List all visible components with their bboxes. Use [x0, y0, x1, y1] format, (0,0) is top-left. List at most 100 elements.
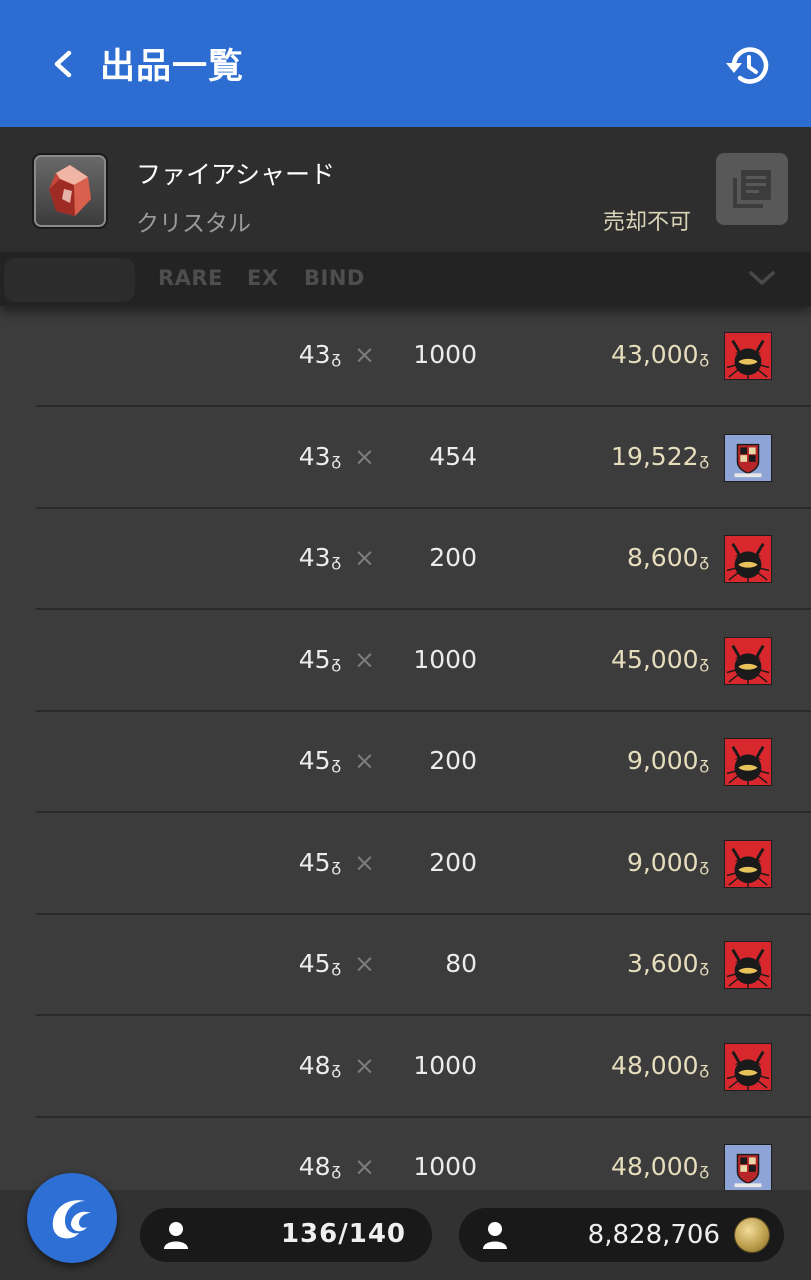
total-price: 3,600ᵹ	[626, 949, 709, 978]
unit-price: 48ᵹ	[298, 1152, 341, 1181]
times-icon: ×	[354, 441, 375, 471]
quantity: 1000	[413, 1050, 477, 1080]
listing-row[interactable]: 43ᵹ × 200 8,600ᵹ	[36, 509, 811, 610]
filter-tag-rare[interactable]: RARE	[158, 266, 223, 290]
listing-row[interactable]: 43ᵹ × 454 19,522ᵹ	[36, 408, 811, 509]
item-category: クリスタル	[136, 211, 251, 237]
gil-symbol: ᵹ	[699, 551, 709, 571]
total-price: 9,000ᵹ	[626, 847, 709, 877]
immortal-flames-flag-icon	[724, 1144, 772, 1190]
quantity: 454	[429, 441, 477, 471]
immortal-flames-flag-icon	[724, 433, 772, 482]
filter-tag-bind[interactable]: BIND	[304, 266, 365, 290]
history-icon	[726, 47, 769, 84]
gil-symbol: ᵹ	[331, 551, 341, 571]
total-price: 9,000ᵹ	[626, 746, 709, 775]
maelstrom-flag-icon	[724, 839, 772, 888]
times-icon: ×	[354, 543, 375, 572]
gil-symbol: ᵹ	[699, 652, 709, 673]
page-title: 出品一覧	[100, 47, 245, 87]
companion-app-button[interactable]	[27, 1173, 117, 1263]
times-icon: ×	[354, 644, 375, 674]
fire-shard-icon	[32, 153, 108, 229]
maelstrom-flag-icon	[724, 332, 772, 380]
filter-bar: RARE EX BIND	[0, 252, 811, 306]
unit-price: 43ᵹ	[298, 543, 341, 572]
gil-symbol: ᵹ	[331, 754, 341, 774]
quantity: 200	[429, 543, 477, 572]
times-icon: ×	[354, 949, 375, 978]
history-button[interactable]	[720, 38, 776, 94]
listing-row[interactable]: 43ᵹ × 1000 43,000ᵹ	[36, 306, 811, 407]
gil-symbol: ᵹ	[699, 449, 709, 470]
maelstrom-flag-icon	[724, 1042, 772, 1091]
listing-row[interactable]: 45ᵹ × 1000 45,000ᵹ	[36, 611, 811, 712]
listing-row[interactable]: 45ᵹ × 80 3,600ᵹ	[36, 915, 811, 1016]
listing-row[interactable]: 45ᵹ × 200 9,000ᵹ	[36, 814, 811, 915]
times-icon: ×	[354, 847, 375, 877]
gil-balance: 8,828,706	[587, 1220, 720, 1250]
retainer-count: 136/140	[280, 1219, 406, 1249]
total-price: 43,000ᵹ	[611, 340, 709, 369]
gil-symbol: ᵹ	[331, 855, 341, 876]
companion-app-icon	[52, 1200, 91, 1239]
listing-row[interactable]: 48ᵹ × 1000 48,000ᵹ	[36, 1118, 811, 1190]
item-detail-button[interactable]	[716, 153, 788, 225]
item-info-panel: ファイアシャード クリスタル 売却不可	[0, 127, 811, 252]
filter-tag-ex[interactable]: EX	[247, 266, 279, 290]
total-price: 45,000ᵹ	[611, 644, 709, 674]
gil-balance-pill[interactable]: 8,828,706	[459, 1208, 784, 1262]
total-price: 8,600ᵹ	[626, 543, 709, 572]
gil-coin-icon	[734, 1217, 770, 1253]
quantity: 1000	[413, 644, 477, 674]
sell-status: 売却不可	[603, 210, 692, 235]
item-name: ファイアシャード	[136, 160, 336, 189]
retainer-count-pill[interactable]: 136/140	[140, 1208, 432, 1262]
gil-symbol: ᵹ	[331, 1058, 341, 1079]
quantity: 80	[445, 949, 477, 978]
quantity: 1000	[413, 1152, 477, 1181]
quantity: 200	[429, 746, 477, 775]
footer-bar: 136/140 8,828,706	[0, 1190, 811, 1280]
chevron-left-icon	[54, 50, 72, 78]
gil-symbol: ᵹ	[331, 1160, 341, 1180]
times-icon: ×	[354, 340, 375, 369]
item-detail-icon	[733, 170, 771, 208]
gil-symbol: ᵹ	[699, 855, 709, 876]
gil-symbol: ᵹ	[331, 348, 341, 368]
gil-symbol: ᵹ	[699, 1058, 709, 1079]
total-price: 19,522ᵹ	[611, 441, 709, 471]
total-price: 48,000ᵹ	[611, 1050, 709, 1080]
maelstrom-flag-icon	[724, 535, 772, 583]
app-root: 出品一覧 ファイアシャード クリスタル 売却不可 RARE EX BIND 43…	[0, 0, 811, 1280]
gil-symbol: ᵹ	[699, 348, 709, 368]
header-bar: 出品一覧	[0, 0, 811, 127]
person-icon	[483, 1222, 507, 1249]
gil-symbol: ᵹ	[331, 957, 341, 977]
times-icon: ×	[354, 1050, 375, 1080]
times-icon: ×	[354, 746, 375, 775]
maelstrom-flag-icon	[724, 636, 772, 685]
gil-symbol: ᵹ	[699, 754, 709, 774]
quantity: 200	[429, 847, 477, 877]
unit-price: 45ᵹ	[298, 847, 341, 877]
maelstrom-flag-icon	[724, 738, 772, 786]
chevron-down-icon[interactable]	[748, 266, 776, 290]
gil-symbol: ᵹ	[699, 1160, 709, 1180]
back-button[interactable]	[40, 40, 86, 88]
gil-symbol: ᵹ	[331, 652, 341, 673]
total-price: 48,000ᵹ	[611, 1152, 709, 1181]
gil-symbol: ᵹ	[331, 449, 341, 470]
unit-price: 43ᵹ	[298, 340, 341, 369]
maelstrom-flag-icon	[724, 941, 772, 989]
listing-row[interactable]: 45ᵹ × 200 9,000ᵹ	[36, 712, 811, 813]
unit-price: 45ᵹ	[298, 949, 341, 978]
unit-price: 48ᵹ	[298, 1050, 341, 1080]
filter-search-field[interactable]	[4, 258, 135, 302]
gil-symbol: ᵹ	[699, 957, 709, 977]
unit-price: 43ᵹ	[298, 441, 341, 471]
listing-row[interactable]: 48ᵹ × 1000 48,000ᵹ	[36, 1017, 811, 1118]
unit-price: 45ᵹ	[298, 644, 341, 674]
listing-list: 43ᵹ × 1000 43,000ᵹ 43ᵹ × 454 19,522ᵹ 43ᵹ × 200 8,60…	[0, 306, 811, 1190]
times-icon: ×	[354, 1152, 375, 1181]
